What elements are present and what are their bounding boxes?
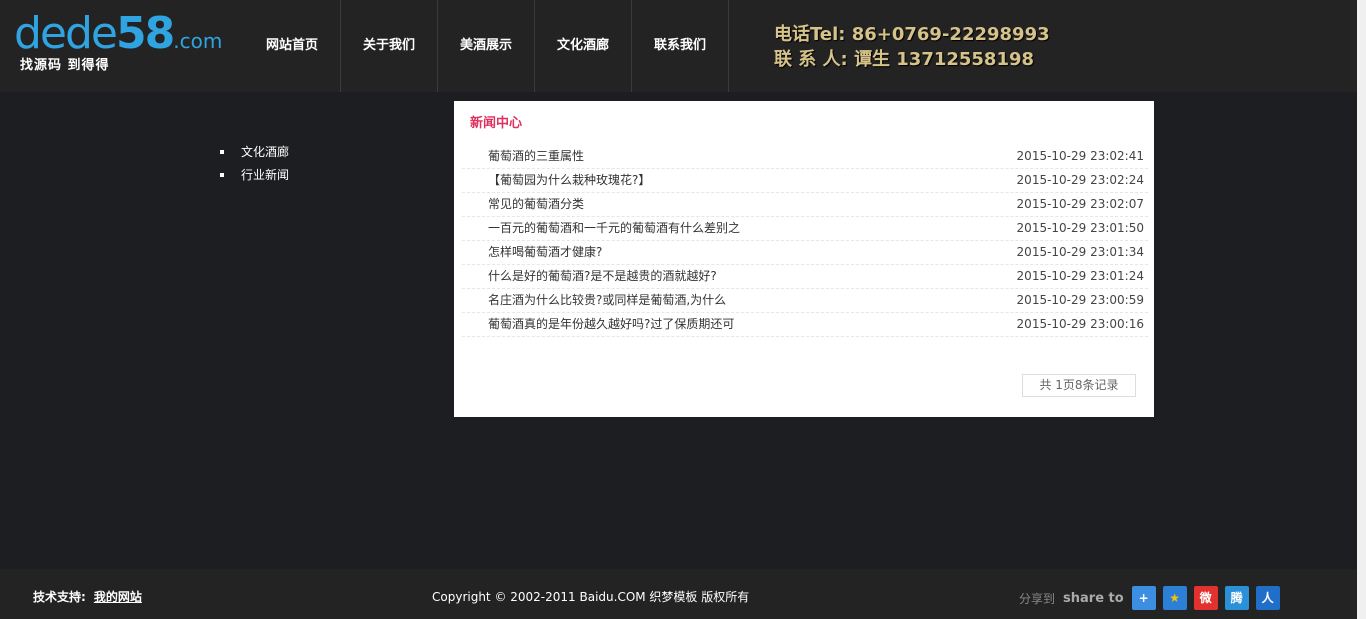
news-date: 2015-10-29 23:02:07 <box>1016 197 1144 211</box>
news-title-link[interactable]: 名庄酒为什么比较贵?或同样是葡萄酒,为什么 <box>488 289 726 312</box>
list-item: 什么是好的葡萄酒?是不是越贵的酒就越好? 2015-10-29 23:01:24 <box>462 265 1148 289</box>
list-item: 名庄酒为什么比较贵?或同样是葡萄酒,为什么 2015-10-29 23:00:59 <box>462 289 1148 313</box>
nav-item-products[interactable]: 美酒展示 <box>438 0 535 92</box>
news-date: 2015-10-29 23:00:16 <box>1016 317 1144 331</box>
nav-item-contact[interactable]: 联系我们 <box>632 0 729 92</box>
news-date: 2015-10-29 23:02:41 <box>1016 149 1144 163</box>
nav-item-home[interactable]: 网站首页 <box>244 0 341 92</box>
footer: 技术支持: 我的网站 Copyright © 2002-2011 Baidu.CO… <box>0 569 1357 619</box>
copyright: Copyright © 2002-2011 Baidu.COM 织梦模板 版权所… <box>432 590 750 604</box>
weibo-share-icon[interactable]: 微 <box>1193 586 1218 610</box>
site-logo[interactable]: dede58.com 找源码 到得得 <box>14 10 229 76</box>
pagination-info: 共 1页8条记录 <box>1022 374 1136 397</box>
contact-info: 电话Tel: 86+0769-22298993 联 系 人: 谭生 137125… <box>774 22 1050 72</box>
logo-text: dede <box>14 8 118 59</box>
share-bar: 分享到 share to + ★ 微 腾 人 <box>1019 586 1287 610</box>
bullet-icon <box>220 173 224 177</box>
logo-number: 58 <box>116 8 175 59</box>
news-title-link[interactable]: 什么是好的葡萄酒?是不是越贵的酒就越好? <box>488 265 717 288</box>
tech-support-label: 技术支持: <box>33 590 86 604</box>
news-list: 葡萄酒的三重属性 2015-10-29 23:02:41 【葡萄园为什么栽种玫瑰花… <box>462 145 1148 337</box>
phone-number: 电话Tel: 86+0769-22298993 <box>774 24 1050 45</box>
share-label: 分享到 <box>1019 591 1056 606</box>
list-item: 怎样喝葡萄酒才健康? 2015-10-29 23:01:34 <box>462 241 1148 265</box>
list-item: 一百元的葡萄酒和一千元的葡萄酒有什么差别之 2015-10-29 23:01:50 <box>462 217 1148 241</box>
news-title-link[interactable]: 怎样喝葡萄酒才健康? <box>488 241 602 264</box>
star-share-icon[interactable]: ★ <box>1162 586 1187 610</box>
news-title-link[interactable]: 【葡萄园为什么栽种玫瑰花?】 <box>488 169 650 192</box>
side-menu-item-culture[interactable]: 文化酒廊 <box>220 144 289 167</box>
share-to-label: share to <box>1063 590 1124 606</box>
news-title-link[interactable]: 葡萄酒的三重属性 <box>488 145 584 168</box>
side-menu-item-industry-news[interactable]: 行业新闻 <box>220 167 289 190</box>
nav-item-culture[interactable]: 文化酒廊 <box>535 0 632 92</box>
news-date: 2015-10-29 23:02:24 <box>1016 173 1144 187</box>
plus-share-icon[interactable]: + <box>1131 586 1156 610</box>
news-title-link[interactable]: 一百元的葡萄酒和一千元的葡萄酒有什么差别之 <box>488 217 740 240</box>
news-title-link[interactable]: 常见的葡萄酒分类 <box>488 193 584 216</box>
side-menu-label: 文化酒廊 <box>241 145 290 159</box>
list-item: 葡萄酒真的是年份越久越好吗?过了保质期还可 2015-10-29 23:00:16 <box>462 313 1148 337</box>
news-date: 2015-10-29 23:01:34 <box>1016 245 1144 259</box>
news-title-link[interactable]: 葡萄酒真的是年份越久越好吗?过了保质期还可 <box>488 313 734 336</box>
tencent-share-icon[interactable]: 腾 <box>1224 586 1249 610</box>
news-date: 2015-10-29 23:01:24 <box>1016 269 1144 283</box>
news-date: 2015-10-29 23:01:50 <box>1016 221 1144 235</box>
main-nav: 网站首页 关于我们 美酒展示 文化酒廊 联系我们 <box>244 0 729 92</box>
header: dede58.com 找源码 到得得 网站首页 关于我们 美酒展示 文化酒廊 联… <box>0 0 1366 92</box>
list-item: 常见的葡萄酒分类 2015-10-29 23:02:07 <box>462 193 1148 217</box>
side-menu: 文化酒廊 行业新闻 <box>220 144 289 190</box>
side-menu-label: 行业新闻 <box>241 168 290 182</box>
bullet-icon <box>220 150 224 154</box>
contact-person: 联 系 人: 谭生 13712558198 <box>774 49 1035 70</box>
news-panel: 新闻中心 葡萄酒的三重属性 2015-10-29 23:02:41 【葡萄园为什么… <box>454 101 1154 417</box>
tech-support-link[interactable]: 我的网站 <box>94 590 142 604</box>
logo-domain: .com <box>173 29 223 53</box>
page-scrollbar[interactable] <box>1357 0 1366 619</box>
news-date: 2015-10-29 23:00:59 <box>1016 293 1144 307</box>
nav-item-about[interactable]: 关于我们 <box>341 0 438 92</box>
list-item: 葡萄酒的三重属性 2015-10-29 23:02:41 <box>462 145 1148 169</box>
renren-share-icon[interactable]: 人 <box>1255 586 1280 610</box>
panel-title: 新闻中心 <box>470 116 523 131</box>
logo-tagline: 找源码 到得得 <box>20 58 110 73</box>
list-item: 【葡萄园为什么栽种玫瑰花?】 2015-10-29 23:02:24 <box>462 169 1148 193</box>
tech-support: 技术支持: 我的网站 <box>33 588 142 605</box>
